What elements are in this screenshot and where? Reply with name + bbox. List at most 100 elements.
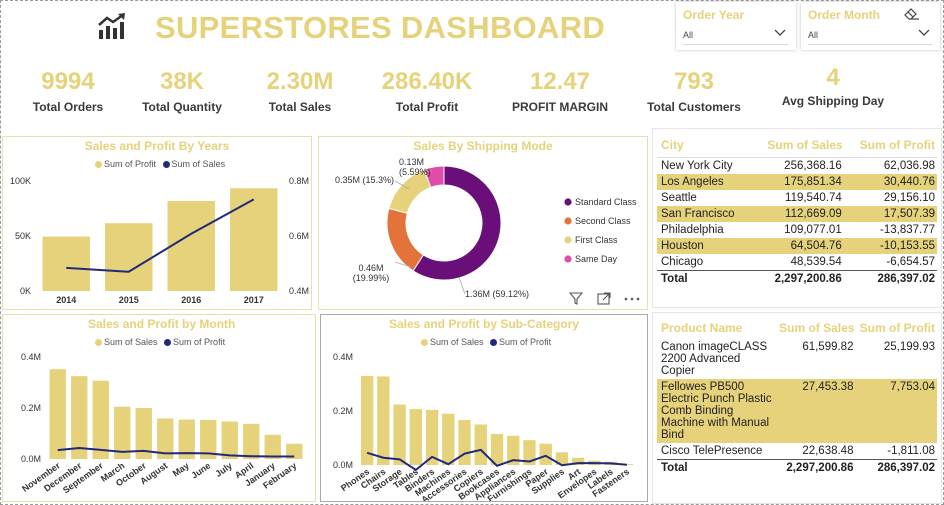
x-tick-label: July (213, 460, 233, 479)
table-row[interactable]: New York City 256,368.16 62,036.98 (657, 157, 937, 174)
years-chart-panel: Sales and Profit By Years Sum of Profit … (2, 136, 312, 310)
legend-swatch (164, 339, 172, 347)
table-row[interactable]: Cisco TelePresence 22,638.48 -1,811.08 (657, 443, 937, 460)
table-cell: 286,397.02 (877, 462, 935, 474)
kpi-profit-margin: 12.47 PROFIT MARGIN (505, 68, 615, 114)
table-cell: 7,753.04 (890, 381, 935, 393)
table-row[interactable]: Philadelphia 109,077.01 -13,837.77 (657, 222, 937, 238)
bar (230, 188, 278, 291)
chart-growth-icon (98, 13, 125, 39)
table-cell: Philadelphia (661, 223, 724, 236)
x-tick-label: June (189, 460, 212, 480)
kpi-label: PROFIT MARGIN (512, 100, 608, 114)
x-tick-label: 2016 (181, 295, 201, 305)
page-title: SUPERSTORES DASHBOARD (155, 10, 606, 45)
chevron-down-icon[interactable] (918, 29, 930, 37)
years-chart: 0K 50K 100K 0.4M 0.6M 0.8M 2014 2015 2016 2017 (10, 176, 309, 305)
order-year-dropdown[interactable]: All (683, 27, 788, 45)
kpi-value: 38K (159, 68, 205, 95)
shipping-mode-panel: Sales By Shipping Mode 1.36M (59.12%) Sta… (318, 136, 648, 310)
y-tick-label: 0.0M (333, 460, 353, 470)
column-header-city[interactable]: City (657, 133, 752, 157)
bar (409, 409, 422, 465)
bar (42, 236, 90, 291)
kpi-value: 12.47 (529, 68, 591, 95)
legend-label: Sum of Sales (430, 337, 484, 347)
table-cell: 2,297,200.86 (786, 462, 854, 474)
month-chart: 0.0M0.2M0.4MNovemberDecemberSeptemberMar… (20, 352, 303, 495)
table-cell: 2,297,200.86 (774, 272, 842, 285)
data-label: (5.59%) (399, 167, 431, 177)
y-tick-label: 0.6M (289, 231, 309, 241)
bar (539, 443, 552, 465)
order-month-slicer[interactable]: Order Month All (801, 2, 940, 50)
bar (360, 375, 374, 465)
table-cell: 64,504.76 (790, 239, 842, 252)
bar (167, 201, 215, 291)
table-row[interactable]: San Francisco 112,669.09 17,507.39 (657, 205, 937, 222)
table-cell: 17,507.39 (883, 207, 935, 220)
table-row[interactable]: Houston 64,504.76 -10,153.55 (657, 237, 937, 254)
table-cell: 22,638.48 (802, 445, 854, 457)
kpi-value: 793 (673, 68, 715, 95)
subcategory-chart-panel[interactable]: Sales and Profit by Sub-Category Sum of … (320, 314, 648, 502)
table-row[interactable]: Chicago 48,539.54 -6,654.57 (657, 254, 937, 271)
bar (377, 376, 390, 465)
legend-label: Sum of Profit (104, 159, 157, 169)
legend-label: Second Class (575, 216, 631, 226)
table-header-row: City Sum of Sales Sum of Profit (657, 133, 937, 157)
table-row[interactable]: Canon imageCLASS 2200 Advanced Copier 61,… (657, 339, 937, 379)
column-header-sales[interactable]: Sum of Sales (752, 133, 844, 157)
chart-legend: Sum of Sales Sum of Profit (421, 337, 551, 347)
focus-mode-icon[interactable] (597, 292, 611, 305)
order-year-slicer[interactable]: Order Year All (676, 2, 796, 50)
table-cell: 27,453.38 (802, 381, 854, 393)
table-cell: San Francisco (661, 207, 735, 220)
table-cell: 286,397.02 (877, 272, 935, 285)
table-cell: 175,851.34 (784, 175, 842, 188)
y-tick-label: 0.8M (289, 176, 309, 186)
bar (458, 419, 471, 465)
eraser-icon[interactable] (904, 8, 920, 20)
table-cell: 109,077.01 (784, 223, 842, 236)
pie-slice (386, 207, 425, 272)
subcategory-chart: 0.0M0.2M0.4MPhonesChairsStorageTablesBin… (333, 352, 634, 501)
table-cell: 61,599.82 (802, 341, 854, 353)
x-tick-label: May (171, 460, 191, 478)
table-cell: Houston (661, 239, 704, 252)
column-header-product[interactable]: Product Name (657, 317, 775, 339)
table-cell: 256,368.16 (784, 159, 842, 172)
more-options-icon[interactable] (624, 297, 640, 301)
y-tick-label: 0.2M (21, 403, 41, 413)
legend-label: First Class (575, 235, 618, 245)
table-cell: -6,654.57 (886, 255, 935, 268)
x-tick-label: 2017 (244, 295, 264, 305)
bar (243, 423, 260, 459)
kpi-label: Avg Shipping Day (781, 94, 885, 108)
column-header-sales[interactable]: Sum of Sales (775, 317, 855, 339)
legend-label: Sum of Sales (104, 337, 158, 347)
chart-legend: Sum of Profit Sum of Sales (95, 159, 225, 169)
table-cell: 112,669.09 (785, 207, 842, 220)
legend-swatch (95, 339, 102, 347)
data-label: 0.46M (358, 263, 383, 273)
table-cell: -10,153.55 (880, 239, 935, 252)
column-header-profit[interactable]: Sum of Profit (855, 317, 937, 339)
bar (264, 434, 281, 459)
column-header-profit[interactable]: Sum of Profit (844, 133, 937, 157)
table-row[interactable]: Fellowes PB500 Electric Punch Plastic Co… (657, 379, 937, 443)
filter-icon[interactable] (569, 292, 583, 305)
chart-title: Sales and Profit By Years (84, 139, 230, 153)
kpi-total-customers: 793 Total Customers (644, 68, 744, 114)
kpi-total-orders: 9994 Total Orders (26, 68, 110, 114)
kpi-total-quantity: 38K Total Quantity (136, 68, 228, 114)
chevron-down-icon[interactable] (774, 29, 786, 37)
table-row[interactable]: Seattle 119,540.74 29,156.10 (657, 190, 937, 206)
legend-label: Sum of Profit (499, 337, 552, 347)
data-label: 0.13M (399, 157, 424, 167)
table-row[interactable]: Los Angeles 175,851.34 30,440.76 (657, 173, 937, 190)
legend-label: Sum of Profit (173, 337, 226, 347)
legend-swatch (490, 339, 498, 347)
y-tick-label: 0.4M (21, 352, 41, 362)
order-month-dropdown[interactable]: All (808, 27, 932, 45)
